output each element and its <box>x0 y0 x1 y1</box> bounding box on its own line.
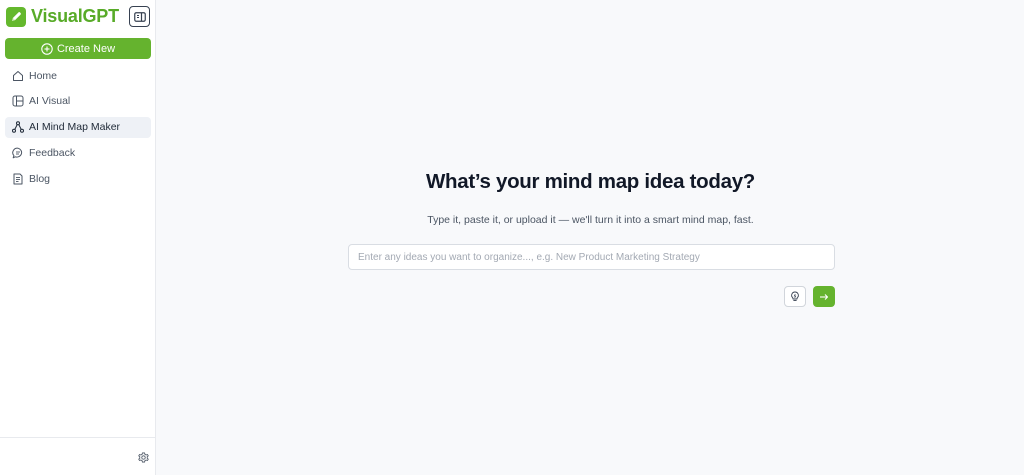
plus-circle-icon <box>41 42 53 55</box>
sidebar-toggle-icon <box>133 11 146 22</box>
pencil-logo-icon <box>6 6 26 27</box>
layout-icon <box>12 95 24 107</box>
idea-suggestion-button[interactable] <box>784 286 806 307</box>
sidebar-item-label: Blog <box>29 172 51 185</box>
home-icon <box>12 70 24 82</box>
idea-input[interactable] <box>348 244 835 270</box>
sidebar: VisualGPT Create New Home AI Visual AI M… <box>0 0 156 475</box>
gear-icon <box>137 451 150 464</box>
sidebar-item-label: AI Mind Map Maker <box>29 121 121 134</box>
sidebar-item-home[interactable]: Home <box>5 65 151 86</box>
arrow-right-icon <box>819 293 829 301</box>
lightbulb-icon <box>790 291 800 302</box>
sidebar-nav: Home AI Visual AI Mind Map Maker Feedbac… <box>5 65 151 194</box>
sidebar-item-ai-visual[interactable]: AI Visual <box>5 91 151 112</box>
sidebar-item-feedback[interactable]: Feedback <box>5 142 151 163</box>
create-new-label: Create New <box>56 42 116 55</box>
document-icon <box>12 173 24 185</box>
page-title: What’s your mind map idea today? <box>425 170 756 193</box>
sidebar-item-label: AI Visual <box>29 95 71 108</box>
mind-map-icon <box>12 121 24 133</box>
brand[interactable]: VisualGPT <box>6 6 119 27</box>
chat-bubble-icon <box>12 147 24 159</box>
sidebar-footer <box>0 437 156 475</box>
sidebar-item-ai-mind-map-maker[interactable]: AI Mind Map Maker <box>5 116 151 138</box>
sidebar-toggle-button[interactable] <box>129 6 150 27</box>
page-subtitle: Type it, paste it, or upload it — we'll … <box>427 214 754 226</box>
sidebar-item-label: Feedback <box>29 146 76 159</box>
sidebar-item-label: Home <box>29 69 58 82</box>
create-new-button[interactable]: Create New <box>5 38 151 59</box>
submit-button[interactable] <box>813 286 835 307</box>
brand-name: VisualGPT <box>31 6 119 26</box>
settings-button[interactable] <box>137 451 150 464</box>
sidebar-item-blog[interactable]: Blog <box>5 168 151 189</box>
